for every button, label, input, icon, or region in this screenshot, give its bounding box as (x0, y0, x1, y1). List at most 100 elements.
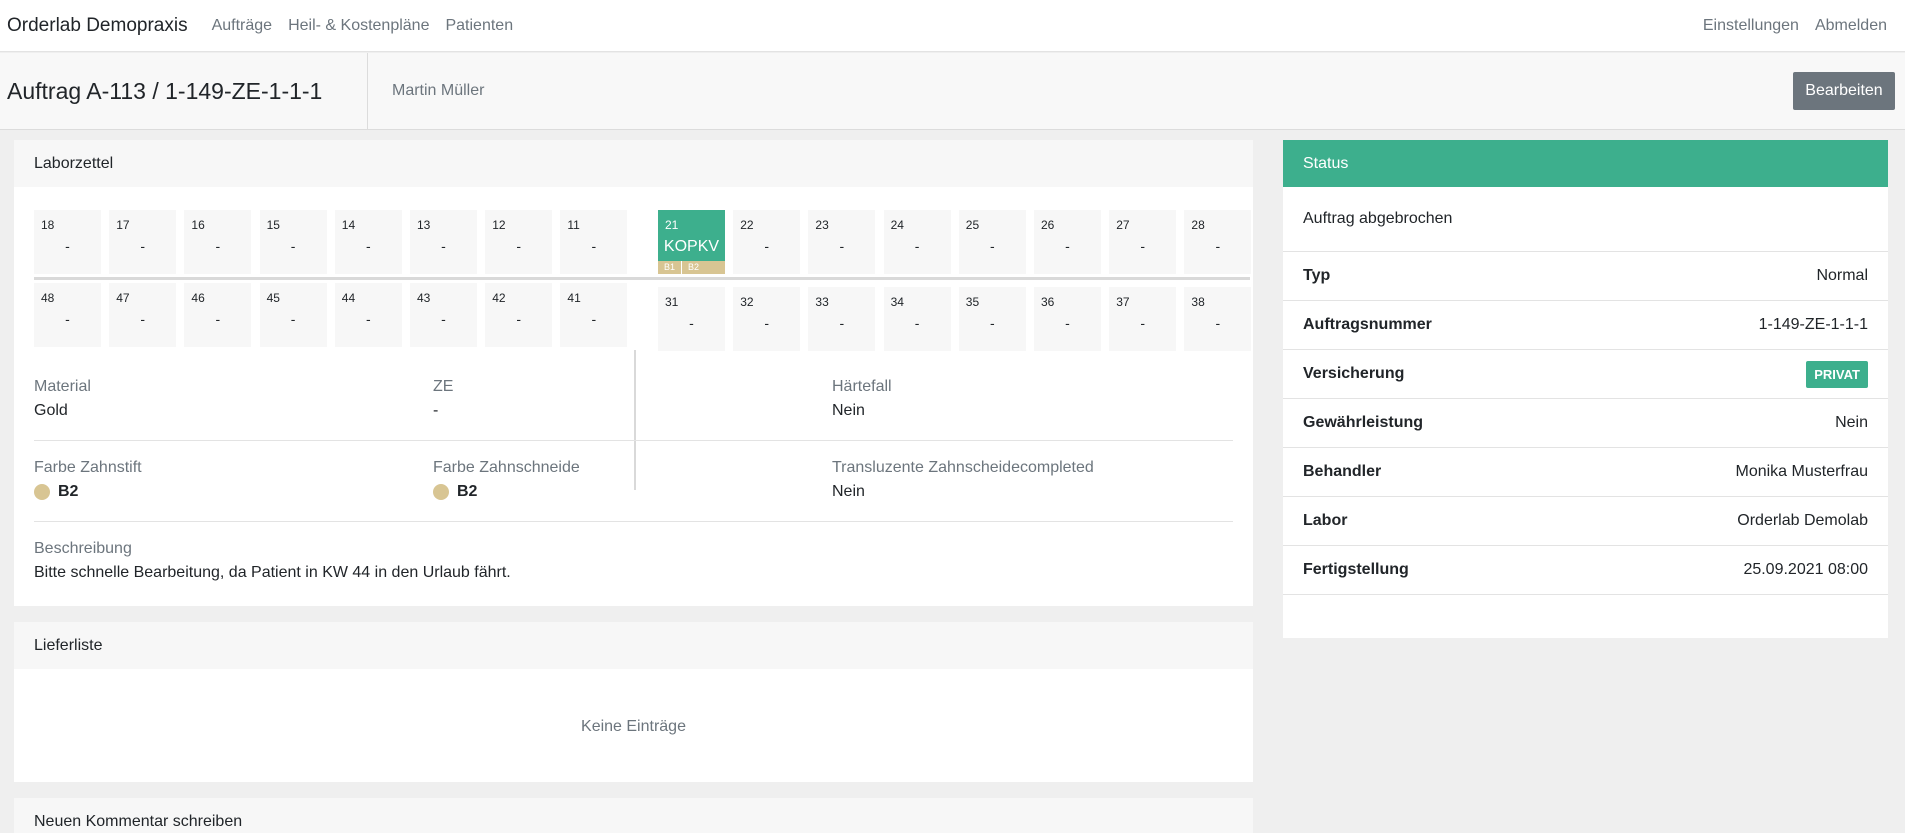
tooth-number: 13 (417, 218, 431, 232)
tooth-38[interactable]: 38- (1184, 287, 1252, 351)
tooth-number: 16 (191, 218, 205, 232)
status-key: Behandler (1303, 463, 1382, 480)
tooth-12[interactable]: 12- (485, 210, 553, 274)
tooth-31[interactable]: 31- (658, 287, 725, 351)
status-row-typ: Typ Normal (1283, 252, 1888, 301)
status-key: Versicherung (1303, 365, 1405, 382)
tooth-value: - (65, 311, 70, 327)
tooth-number: 15 (266, 218, 280, 232)
tooth-number: 38 (1191, 295, 1205, 309)
nav-link-abmelden[interactable]: Abmelden (1815, 17, 1887, 35)
brand-logo-text[interactable]: Orderlab Demopraxis (7, 15, 188, 37)
color-value: B2 (457, 483, 478, 500)
tooth-24[interactable]: 24- (883, 210, 951, 274)
tooth-value: - (65, 238, 70, 254)
tooth-value: - (1140, 238, 1146, 254)
insurance-badge: PRIVAT (1806, 360, 1868, 388)
tooth-35[interactable]: 35- (958, 287, 1026, 351)
edit-button[interactable]: Bearbeiten (1793, 72, 1895, 110)
field-beschreibung: Beschreibung Bitte schnelle Bearbeitung,… (34, 540, 511, 582)
field-transluzente: Transluzente Zahnscheidecompleted Nein (832, 459, 1094, 501)
tooth-41[interactable]: 41- (560, 283, 628, 347)
tooth-47[interactable]: 47- (109, 283, 177, 347)
tooth-number: 34 (890, 295, 904, 309)
tooth-number: 18 (41, 218, 55, 232)
color-swatch-icon (34, 484, 50, 500)
tooth-43[interactable]: 43- (410, 283, 477, 347)
tooth-number: 31 (665, 295, 679, 309)
status-title: Status (1283, 140, 1888, 187)
tooth-28[interactable]: 28- (1184, 210, 1252, 274)
tooth-value: - (441, 311, 446, 327)
tooth-value: - (914, 238, 920, 254)
teeth-chart: 18-17-16-15-14-13-12-11-21 KOPKV B1 B2 22-23… (34, 210, 1252, 351)
tooth-33[interactable]: 33- (808, 287, 876, 351)
teeth-vertical-divider (634, 350, 636, 490)
tooth-17[interactable]: 17- (109, 210, 177, 274)
tooth-22[interactable]: 22- (733, 210, 801, 274)
field-value: Nein (832, 483, 865, 500)
patient-name[interactable]: Martin Müller (392, 82, 484, 100)
tooth-15[interactable]: 15- (259, 210, 327, 274)
tooth-number: 25 (965, 218, 980, 232)
tooth-44[interactable]: 44- (334, 283, 402, 347)
tooth-value: - (1140, 315, 1146, 331)
tooth-48[interactable]: 48- (34, 283, 101, 347)
tooth-number: 35 (965, 295, 980, 309)
tooth-value: - (215, 311, 221, 327)
tooth-number: 27 (1116, 218, 1130, 232)
status-row-gewährleistung: Gewährleistung Nein (1283, 399, 1888, 448)
tooth-number: 17 (116, 218, 130, 232)
tooth-value: - (591, 311, 597, 327)
status-row-auftragsnummer: Auftragsnummer 1-149-ZE-1-1-1 (1283, 301, 1888, 350)
tooth-value: - (989, 315, 995, 331)
tooth-26[interactable]: 26- (1034, 210, 1101, 274)
tooth-value: - (516, 311, 522, 327)
nav-link-heil-kostenplaene[interactable]: Heil- & Kostenpläne (288, 17, 429, 35)
tooth-number: 11 (567, 218, 580, 232)
tooth-45[interactable]: 45- (259, 283, 327, 347)
comment-title: Neuen Kommentar schreiben (14, 798, 1253, 833)
field-label: ZE (433, 378, 454, 395)
status-key: Typ (1303, 267, 1331, 284)
nav-link-auftraege[interactable]: Aufträge (212, 17, 272, 35)
tooth-34[interactable]: 34- (883, 287, 951, 351)
field-value: B2 (34, 483, 142, 501)
field-label: Farbe Zahnschneide (433, 459, 580, 476)
tooth-32[interactable]: 32- (733, 287, 801, 351)
tooth-value: - (839, 315, 845, 331)
tooth-36[interactable]: 36- (1034, 287, 1101, 351)
tooth-16[interactable]: 16- (184, 210, 252, 274)
nav-link-einstellungen[interactable]: Einstellungen (1703, 17, 1799, 35)
status-value: Nein (1835, 414, 1868, 431)
tooth-value: - (290, 311, 296, 327)
tooth-25[interactable]: 25- (958, 210, 1026, 274)
tooth-number: 41 (567, 291, 581, 305)
field-value: - (433, 402, 439, 419)
nav-link-patienten[interactable]: Patienten (445, 17, 513, 35)
tooth-46[interactable]: 46- (184, 283, 252, 347)
status-row-versicherung: Versicherung PRIVAT (1283, 350, 1888, 399)
tooth-13[interactable]: 13- (410, 210, 477, 274)
tooth-number: 47 (116, 291, 130, 305)
tooth-number: 42 (492, 291, 506, 305)
field-label: Transluzente Zahnscheidecompleted (832, 459, 1094, 476)
field-farbe-zahnschneide: Farbe Zahnschneide B2 (433, 459, 580, 501)
tooth-11[interactable]: 11- (560, 210, 628, 274)
tooth-42[interactable]: 42- (485, 283, 553, 347)
tooth-23[interactable]: 23- (808, 210, 876, 274)
tooth-number: 12 (492, 218, 506, 232)
field-value: B2 (433, 483, 580, 501)
tooth-27[interactable]: 27- (1109, 210, 1177, 274)
tooth-shade-label: B2 (681, 261, 699, 274)
tooth-21[interactable]: 21 KOPKV B1 B2 (658, 210, 725, 274)
tooth-14[interactable]: 14- (334, 210, 402, 274)
status-value: Orderlab Demolab (1737, 512, 1868, 529)
tooth-number: 48 (41, 291, 55, 305)
divider (34, 521, 1233, 522)
tooth-18[interactable]: 18- (34, 210, 101, 274)
tooth-37[interactable]: 37- (1109, 287, 1177, 351)
top-navbar: Orderlab Demopraxis Aufträge Heil- & Kos… (0, 0, 1905, 52)
tooth-value: - (764, 238, 770, 254)
field-label: Material (34, 378, 91, 395)
